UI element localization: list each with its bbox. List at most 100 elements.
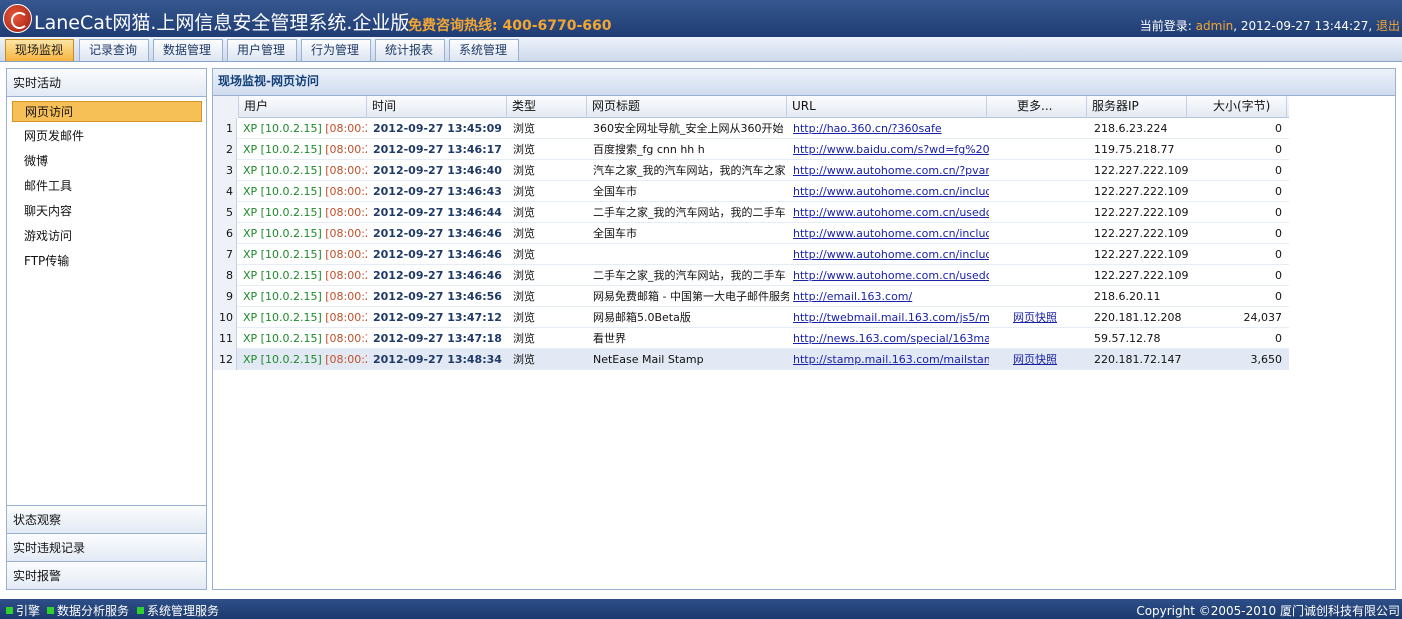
user-cell: XP [10.0.2.15] [08:00:27: bbox=[239, 328, 367, 349]
user-cell: XP [10.0.2.15] [08:00:27: bbox=[239, 139, 367, 160]
sidebar-violation-records[interactable]: 实时违规记录 bbox=[7, 533, 206, 561]
user-mac: [08:00:27: bbox=[325, 353, 367, 366]
url-link[interactable]: http://twebmail.mail.163.com/js5/main.js bbox=[789, 307, 989, 328]
table-row[interactable]: 9XP [10.0.2.15] [08:00:27:2012-09-27 13:… bbox=[213, 286, 1289, 307]
server-ip-cell: 122.227.222.109 bbox=[1094, 206, 1189, 219]
snapshot-link[interactable] bbox=[989, 328, 1089, 349]
url-link[interactable]: http://stamp.mail.163.com/mailstamp/sta bbox=[789, 349, 989, 370]
sidebar-item-weibo[interactable]: 微博 bbox=[12, 151, 202, 172]
table-row[interactable]: 5XP [10.0.2.15] [08:00:27:2012-09-27 13:… bbox=[213, 202, 1289, 223]
main-panel: 现场监视-网页访问 用户 时间 类型 网页标题 URL 更多... 服务器IP … bbox=[212, 68, 1396, 590]
url-link[interactable]: http://www.autohome.com.cn/includefile bbox=[789, 223, 989, 244]
page-title-cell: 全国车市 bbox=[593, 185, 637, 198]
snapshot-link[interactable] bbox=[989, 265, 1089, 286]
snapshot-link[interactable] bbox=[989, 181, 1089, 202]
table-row[interactable]: 3XP [10.0.2.15] [08:00:27:2012-09-27 13:… bbox=[213, 160, 1289, 181]
sidebar-item-web-email[interactable]: 网页发邮件 bbox=[12, 126, 202, 147]
url-link[interactable]: http://www.autohome.com.cn/includefile bbox=[789, 244, 989, 265]
user-cell: XP [10.0.2.15] [08:00:27: bbox=[239, 244, 367, 265]
snapshot-link[interactable] bbox=[989, 202, 1089, 223]
table-row[interactable]: 7XP [10.0.2.15] [08:00:27:2012-09-27 13:… bbox=[213, 244, 1289, 265]
size-cell: 0 bbox=[1275, 122, 1282, 135]
col-server-ip[interactable]: 服务器IP bbox=[1087, 96, 1187, 118]
type-cell: 浏览 bbox=[513, 164, 535, 177]
table-row[interactable]: 10XP [10.0.2.15] [08:00:27:2012-09-27 13… bbox=[213, 307, 1289, 328]
col-user[interactable]: 用户 bbox=[239, 96, 367, 118]
url-link[interactable]: http://news.163.com/special/163mail_20 bbox=[789, 328, 989, 349]
row-number: 10 bbox=[213, 307, 237, 328]
login-info: 当前登录: admin, 2012-09-27 13:44:27, 退出 bbox=[1140, 17, 1400, 34]
url-link[interactable]: http://www.autohome.com.cn/?pvareaid bbox=[789, 160, 989, 181]
user-mac: [08:00:27: bbox=[325, 206, 367, 219]
time-cell: 2012-09-27 13:46:44 bbox=[373, 206, 502, 219]
table-row[interactable]: 4XP [10.0.2.15] [08:00:27:2012-09-27 13:… bbox=[213, 181, 1289, 202]
snapshot-link[interactable] bbox=[989, 118, 1089, 139]
size-cell: 0 bbox=[1275, 164, 1282, 177]
snapshot-link[interactable]: 网页快照 bbox=[989, 307, 1089, 328]
user-host: XP [10.0.2.15] bbox=[243, 311, 322, 324]
table-row[interactable]: 12XP [10.0.2.15] [08:00:27:2012-09-27 13… bbox=[213, 349, 1289, 370]
url-link[interactable]: http://www.autohome.com.cn/includefile bbox=[789, 181, 989, 202]
logout-link[interactable]: 退出 bbox=[1376, 19, 1400, 33]
tab-record-query[interactable]: 记录查询 bbox=[79, 39, 149, 61]
user-mac: [08:00:27: bbox=[325, 227, 367, 240]
tab-system-management[interactable]: 系统管理 bbox=[449, 39, 519, 61]
url-link[interactable]: http://www.autohome.com.cn/usedcar/ bbox=[789, 265, 989, 286]
user-cell: XP [10.0.2.15] [08:00:27: bbox=[239, 307, 367, 328]
size-cell: 0 bbox=[1275, 227, 1282, 240]
sidebar-status-observe[interactable]: 状态观察 bbox=[7, 505, 206, 533]
col-more[interactable]: 更多... bbox=[987, 96, 1087, 118]
table-row[interactable]: 1XP [10.0.2.15] [08:00:27:2012-09-27 13:… bbox=[213, 118, 1289, 139]
user-mac: [08:00:27: bbox=[325, 311, 367, 324]
tab-behavior-management[interactable]: 行为管理 bbox=[301, 39, 371, 61]
type-cell: 浏览 bbox=[513, 143, 535, 156]
table-row[interactable]: 11XP [10.0.2.15] [08:00:27:2012-09-27 13… bbox=[213, 328, 1289, 349]
snapshot-link[interactable] bbox=[989, 139, 1089, 160]
snapshot-link[interactable]: 网页快照 bbox=[989, 349, 1089, 370]
sidebar-item-web-access[interactable]: 网页访问 bbox=[12, 101, 202, 122]
url-link[interactable]: http://www.autohome.com.cn/usedcar/ bbox=[789, 202, 989, 223]
sidebar-title[interactable]: 实时活动 bbox=[7, 69, 206, 97]
row-number: 4 bbox=[213, 181, 237, 202]
col-url[interactable]: URL bbox=[787, 96, 987, 118]
snapshot-link[interactable] bbox=[989, 223, 1089, 244]
col-title[interactable]: 网页标题 bbox=[587, 96, 787, 118]
sidebar: 实时活动 网页访问 网页发邮件 微博 邮件工具 聊天内容 游戏访问 FTP传输 … bbox=[6, 68, 207, 590]
copyright: Copyright ©2005-2010 厦门诚创科技有限公司 bbox=[1136, 604, 1400, 618]
page-title-cell: 全国车市 bbox=[593, 227, 637, 240]
tab-user-management[interactable]: 用户管理 bbox=[227, 39, 297, 61]
tab-live-monitor[interactable]: 现场监视 bbox=[5, 39, 74, 61]
sidebar-item-game[interactable]: 游戏访问 bbox=[12, 226, 202, 247]
url-link[interactable]: http://www.baidu.com/s?wd=fg%20cnn bbox=[789, 139, 989, 160]
col-type[interactable]: 类型 bbox=[507, 96, 587, 118]
snapshot-link[interactable] bbox=[989, 160, 1089, 181]
tab-statistics-report[interactable]: 统计报表 bbox=[375, 39, 445, 61]
sidebar-item-mail-tool[interactable]: 邮件工具 bbox=[12, 176, 202, 197]
size-cell: 0 bbox=[1275, 248, 1282, 261]
current-user: admin bbox=[1195, 19, 1234, 33]
table-row[interactable]: 2XP [10.0.2.15] [08:00:27:2012-09-27 13:… bbox=[213, 139, 1289, 160]
table-row[interactable]: 6XP [10.0.2.15] [08:00:27:2012-09-27 13:… bbox=[213, 223, 1289, 244]
user-host: XP [10.0.2.15] bbox=[243, 143, 322, 156]
server-ip-cell: 122.227.222.109 bbox=[1094, 269, 1189, 282]
size-cell: 0 bbox=[1275, 206, 1282, 219]
user-mac: [08:00:27: bbox=[325, 290, 367, 303]
url-link[interactable]: http://email.163.com/ bbox=[789, 286, 989, 307]
sidebar-item-chat[interactable]: 聊天内容 bbox=[12, 201, 202, 222]
type-cell: 浏览 bbox=[513, 227, 535, 240]
user-cell: XP [10.0.2.15] [08:00:27: bbox=[239, 181, 367, 202]
grid-header: 用户 时间 类型 网页标题 URL 更多... 服务器IP 大小(字节) bbox=[213, 96, 1289, 118]
col-size[interactable]: 大小(字节) bbox=[1187, 96, 1287, 118]
col-time[interactable]: 时间 bbox=[367, 96, 507, 118]
tab-data-management[interactable]: 数据管理 bbox=[153, 39, 223, 61]
snapshot-link[interactable] bbox=[989, 286, 1089, 307]
url-link[interactable]: http://hao.360.cn/?360safe bbox=[789, 118, 989, 139]
table-row[interactable]: 8XP [10.0.2.15] [08:00:27:2012-09-27 13:… bbox=[213, 265, 1289, 286]
user-host: XP [10.0.2.15] bbox=[243, 227, 322, 240]
server-ip-cell: 59.57.12.78 bbox=[1094, 332, 1161, 345]
snapshot-link[interactable] bbox=[989, 244, 1089, 265]
sidebar-item-ftp[interactable]: FTP传输 bbox=[12, 251, 202, 272]
sidebar-realtime-alarm[interactable]: 实时报警 bbox=[7, 561, 206, 589]
status-footer: 引擎 数据分析服务 系统管理服务 Copyright ©2005-2010 厦门… bbox=[0, 599, 1402, 619]
page-title-cell: 二手车之家_我的汽车网站，我的二手车 bbox=[593, 269, 786, 282]
